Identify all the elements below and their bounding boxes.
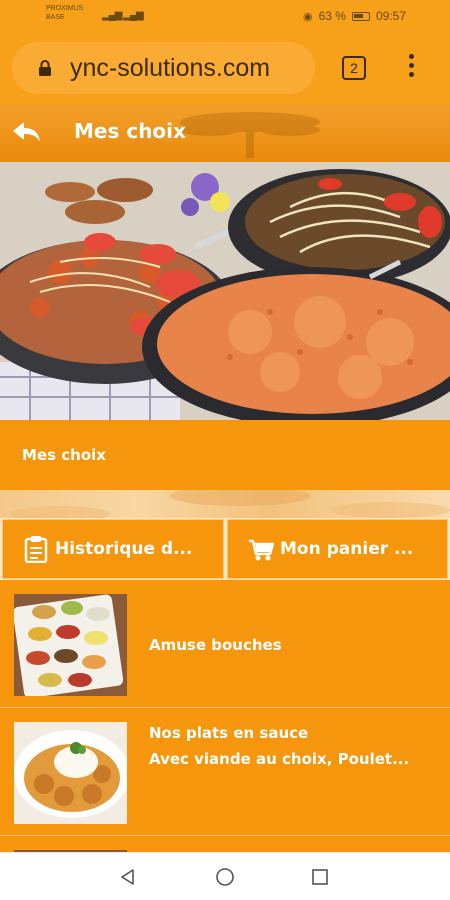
clipboard-icon (24, 536, 48, 563)
list-item[interactable] (0, 836, 450, 852)
signal-icon: ▂▄▆ ▂▄▆ (102, 10, 144, 21)
app-header: Mes choix (0, 104, 450, 162)
dish-thumbnail (14, 594, 127, 696)
section-title: Mes choix (22, 446, 106, 464)
nav-home-icon[interactable] (215, 867, 235, 887)
battery-icon (351, 11, 370, 21)
history-button[interactable]: Historique d... (2, 519, 224, 579)
overflow-menu-icon[interactable] (405, 54, 417, 82)
page-title: Mes choix (74, 119, 186, 143)
status-bar: PROXIMUS BASE ▂▄▆ ▂▄▆ ◉ 63 % 09:57 (0, 0, 450, 32)
address-bar[interactable]: ync-solutions.com (12, 42, 315, 94)
list-item-subtitle: Avec viande au choix, Poulet... (149, 750, 410, 768)
back-arrow-icon[interactable] (10, 118, 42, 148)
tab-switcher-button[interactable]: 2 (342, 56, 366, 80)
history-button-label: Historique d... (55, 539, 193, 559)
dish-thumbnail (14, 722, 127, 824)
list-item[interactable]: Nos plats en sauce Avec viande au choix,… (0, 708, 450, 836)
carrier-name: PROXIMUS BASE (46, 5, 84, 21)
section-header: Mes choix (0, 420, 450, 490)
clock: 09:57 (375, 9, 406, 23)
decorative-banner (0, 490, 450, 518)
nav-back-icon[interactable] (118, 867, 138, 887)
browser-toolbar: ync-solutions.com 2 (0, 32, 450, 104)
battery-percent: 63 % (318, 9, 346, 23)
action-buttons: Historique d... Mon panier ... (0, 518, 450, 580)
lock-icon (39, 60, 51, 76)
list-item-title: Amuse bouches (149, 636, 282, 654)
cart-button-label: Mon panier ... (280, 539, 414, 559)
url-text[interactable]: ync-solutions.com (70, 54, 270, 83)
system-navigation-bar (0, 852, 450, 900)
cart-button[interactable]: Mon panier ... (227, 519, 448, 579)
shopping-cart-icon (249, 539, 274, 561)
nav-recent-apps-icon[interactable] (311, 868, 329, 886)
eye-comfort-icon: ◉ (303, 10, 313, 23)
list-item[interactable]: Amuse bouches (0, 580, 450, 708)
hero-food-image (0, 162, 450, 420)
menu-list: Amuse bouches Nos plats en sauce Avec vi… (0, 580, 450, 852)
list-item-title: Nos plats en sauce (149, 724, 309, 742)
